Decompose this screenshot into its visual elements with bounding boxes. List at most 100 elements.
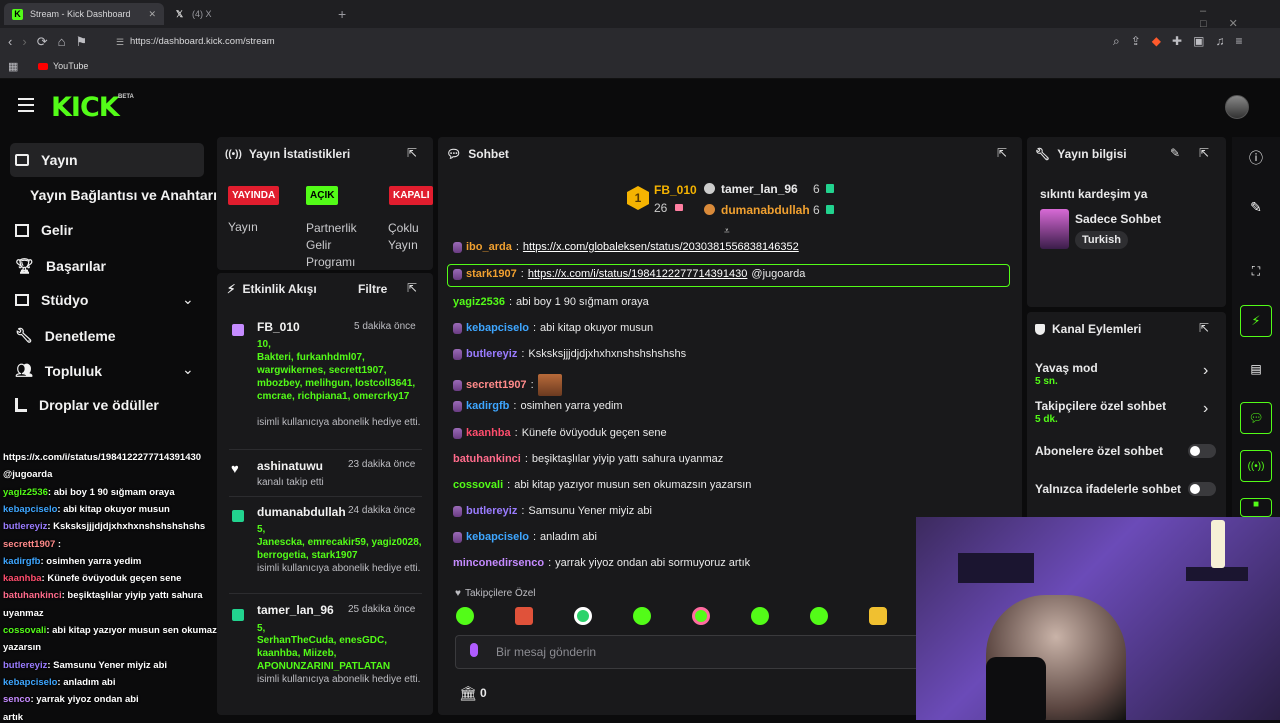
camera-icon[interactable]: ■	[1240, 498, 1272, 517]
menu-icon[interactable]: ≡	[1235, 34, 1242, 49]
brave-shield-icon[interactable]: ◆	[1152, 34, 1161, 49]
feed-count: 5,	[257, 524, 266, 535]
chevron-down-icon[interactable]: ⌄	[182, 291, 194, 308]
clip-icon[interactable]: ⛶	[1240, 255, 1272, 287]
bolt-icon[interactable]: ⚡︎	[1240, 305, 1272, 337]
notes-icon[interactable]: ▤	[1240, 353, 1272, 385]
kick-logo[interactable]: KICK	[51, 92, 120, 123]
bookmark-youtube[interactable]: YouTube	[38, 61, 88, 71]
overlay-text: : abi kitap yazıyor musun sen okumazsın	[46, 625, 231, 636]
avatar[interactable]	[1225, 95, 1249, 119]
popout-icon[interactable]: ⇱	[407, 146, 417, 160]
media-icon[interactable]: ♫	[1215, 34, 1224, 49]
site-settings-icon[interactable]: ☰	[116, 37, 124, 48]
chat-username[interactable]: kebapciselo	[466, 322, 529, 334]
edit-icon[interactable]: ✎	[1240, 191, 1272, 223]
info-icon[interactable]: ⓘ	[1240, 142, 1272, 174]
close-icon[interactable]: ✕	[148, 9, 156, 20]
emote[interactable]	[810, 607, 828, 625]
chat-username[interactable]: stark1907	[466, 268, 517, 280]
broadcast-icon[interactable]: ((•))	[1240, 450, 1272, 482]
sidebar-item-studyo[interactable]: Stüdyo	[15, 292, 88, 308]
chat-link[interactable]: https://x.com/i/status/19841222777143914…	[528, 268, 748, 280]
overlay-text: https://x.com/i/status/19841222777143914…	[3, 452, 202, 463]
feed-user[interactable]: ashinatuwu	[257, 459, 323, 473]
emote[interactable]	[633, 607, 651, 625]
leader-name[interactable]: dumanabdullah	[721, 203, 810, 217]
chat-username[interactable]: batuhankinci	[453, 453, 521, 465]
sidebar-item-gelir[interactable]: Gelir	[15, 222, 73, 238]
chat-username[interactable]: yagiz2536	[453, 296, 505, 308]
collapse-icon[interactable]: ⩡	[724, 226, 730, 237]
zoom-icon[interactable]: ⌕	[1113, 34, 1120, 49]
sidebar-item-droplar[interactable]: Droplar ve ödüller	[15, 397, 159, 413]
emote[interactable]	[751, 607, 769, 625]
chat-link[interactable]: https://x.com/globaleksen/status/2030381…	[523, 241, 799, 253]
leader-name[interactable]: FB_010	[654, 183, 697, 197]
popout-icon[interactable]: ⇱	[997, 146, 1007, 160]
chat-username[interactable]: kebapciselo	[466, 531, 529, 543]
back-icon[interactable]: ‹	[8, 34, 12, 50]
subscribers-only-toggle[interactable]	[1188, 444, 1216, 458]
sidebar-item-stream-key[interactable]: Yayın Bağlantısı ve Anahtarı	[30, 187, 217, 203]
tab-label: (4) X	[192, 9, 212, 19]
chat-text: abi kitap okuyor musun	[540, 322, 654, 334]
apps-grid-icon[interactable]: ▦	[8, 60, 18, 73]
emote[interactable]	[537, 374, 562, 396]
action-value: 5 dk.	[1035, 414, 1058, 425]
emote[interactable]	[692, 607, 710, 625]
forward-icon[interactable]: ›	[22, 34, 26, 50]
extensions-icon[interactable]: ✚	[1172, 34, 1182, 49]
filter-button[interactable]: Filtre	[358, 282, 387, 296]
chat-username[interactable]: minconedirsenco	[453, 557, 544, 569]
wallet-icon[interactable]: ▣	[1193, 34, 1204, 49]
chat-icon[interactable]: 💬︎	[1240, 402, 1272, 434]
new-tab-icon[interactable]: +	[338, 6, 346, 22]
pencil-icon[interactable]: ✎	[1170, 146, 1180, 160]
stat-label: Çoklu Yayın	[388, 221, 419, 252]
leader-name[interactable]: tamer_lan_96	[721, 182, 798, 196]
tab-x[interactable]: 𝕏 (4) X	[166, 3, 326, 25]
emote[interactable]	[869, 607, 887, 625]
category-name[interactable]: Sadece Sohbet	[1075, 212, 1161, 226]
hamburger-icon[interactable]	[18, 98, 34, 112]
sidebar-item-label: Yayın	[41, 152, 78, 168]
chevron-right-icon[interactable]: ›	[1203, 400, 1208, 418]
emote[interactable]	[574, 607, 592, 625]
popout-icon[interactable]: ⇱	[1199, 146, 1209, 160]
window-controls[interactable]: –□✕	[1200, 5, 1280, 30]
shelf	[958, 553, 1034, 583]
popout-icon[interactable]: ⇱	[407, 281, 417, 295]
sidebar-item-label: Gelir	[41, 222, 73, 238]
sidebar-item-basarilar[interactable]: 🏆︎ Başarılar	[15, 257, 106, 275]
sidebar-item-denetleme[interactable]: 🔧︎ Denetleme	[15, 327, 116, 344]
kick-emote-icon[interactable]	[470, 643, 478, 657]
bookmark-icon[interactable]: ⚑	[75, 34, 87, 50]
chat-username[interactable]: cossovali	[453, 479, 503, 491]
chat-username[interactable]: butlereyiz	[466, 348, 517, 360]
chat-username[interactable]: kaanhba	[466, 427, 511, 439]
chevron-right-icon[interactable]: ›	[1203, 362, 1208, 380]
reload-icon[interactable]: ⟳	[37, 34, 48, 50]
points-icon[interactable]: 🏛︎	[459, 685, 477, 702]
feed-user[interactable]: FB_010	[257, 320, 300, 334]
user-badge-icon	[453, 379, 462, 391]
chat-username[interactable]: kadirgfb	[466, 400, 509, 412]
emote[interactable]	[456, 607, 474, 625]
chat-username[interactable]: butlereyiz	[466, 505, 517, 517]
tab-kick-dashboard[interactable]: K Stream - Kick Dashboard ✕	[4, 3, 164, 25]
chevron-down-icon[interactable]: ⌄	[182, 361, 194, 378]
chat-username[interactable]: ibo_arda	[466, 241, 512, 253]
sidebar-item-topluluk[interactable]: 👥︎ Topluluk	[15, 362, 102, 379]
home-icon[interactable]: ⌂	[58, 34, 66, 50]
feed-user[interactable]: dumanabdullah	[257, 505, 346, 519]
url-field[interactable]: https://dashboard.kick.com/stream	[130, 36, 275, 47]
action-label[interactable]: Yavaş mod	[1035, 361, 1098, 375]
share-icon[interactable]: ⇪	[1131, 34, 1141, 49]
feed-user[interactable]: tamer_lan_96	[257, 603, 334, 617]
emote-only-toggle[interactable]	[1188, 482, 1216, 496]
popout-icon[interactable]: ⇱	[1199, 321, 1209, 335]
chat-username[interactable]: secrett1907	[466, 379, 527, 391]
action-label[interactable]: Takipçilere özel sohbet	[1035, 399, 1166, 413]
emote[interactable]	[515, 607, 533, 625]
